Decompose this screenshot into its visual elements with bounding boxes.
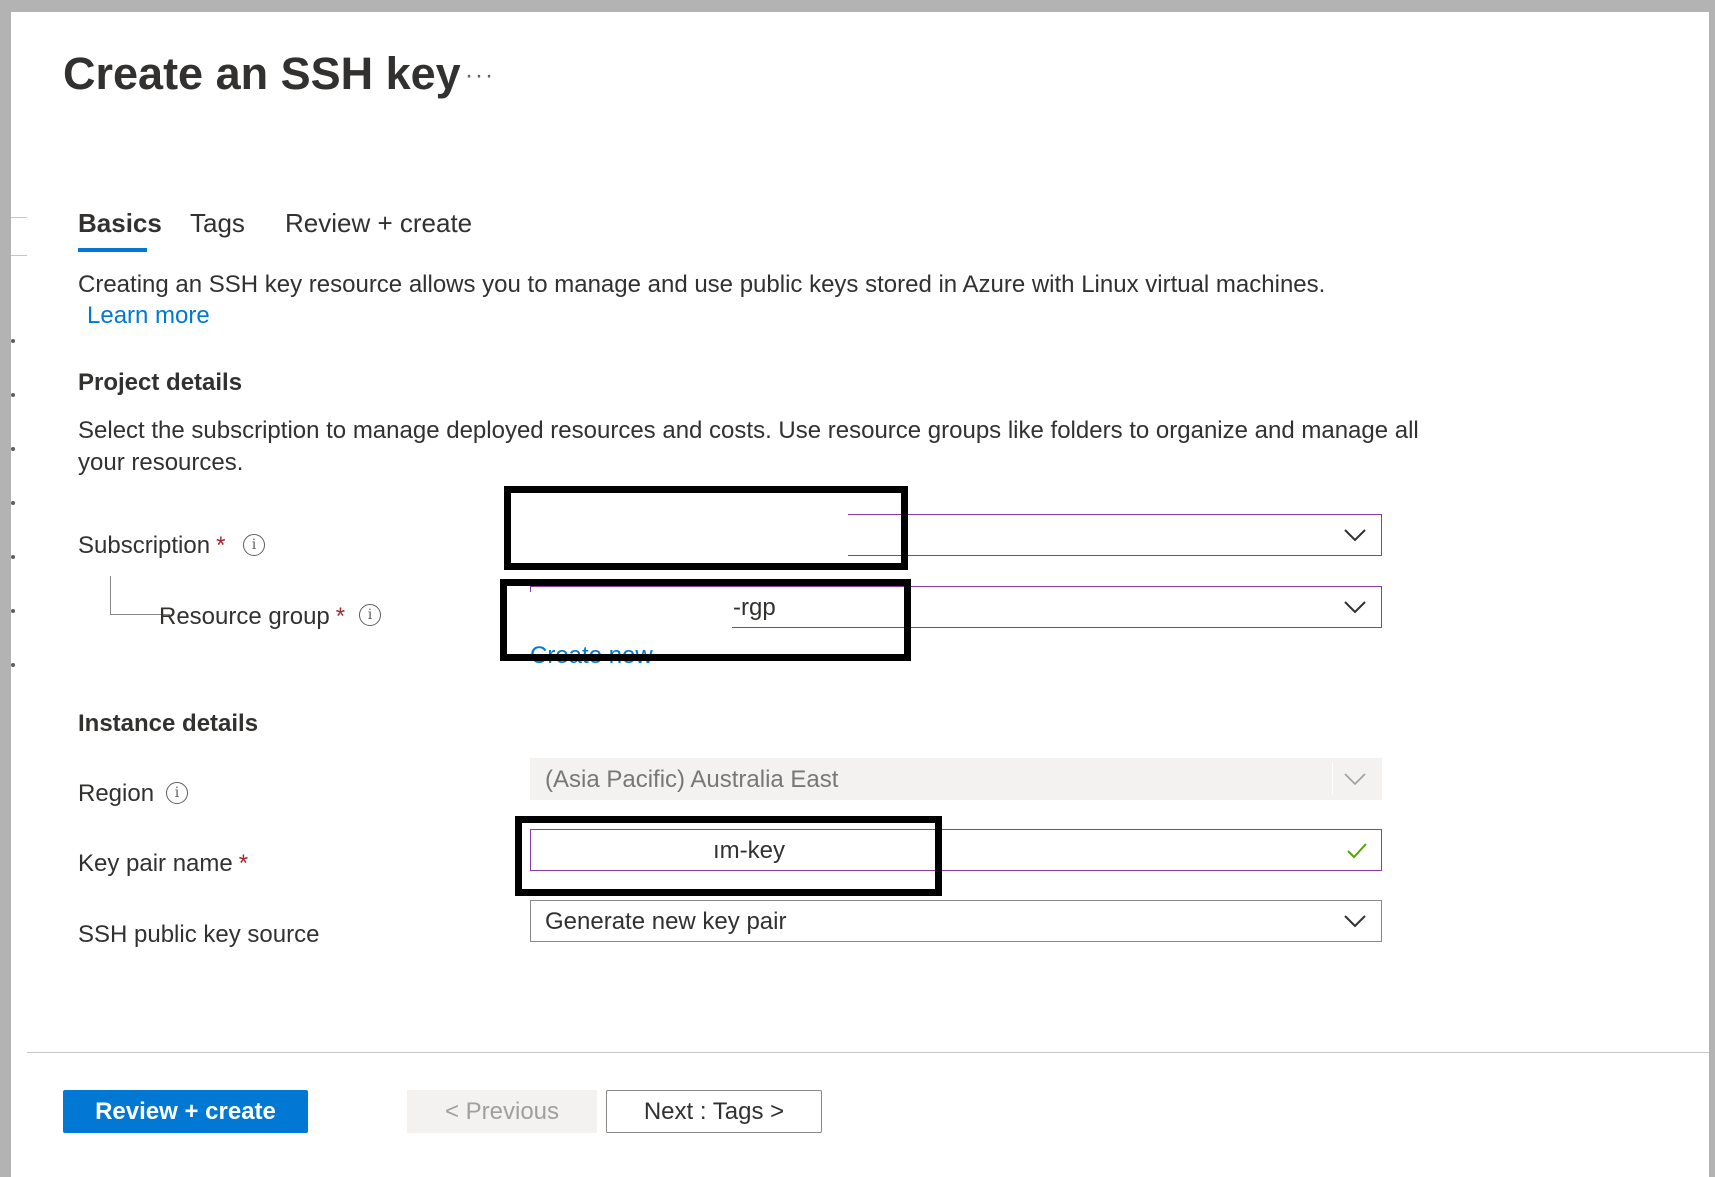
region-dropdown: (Asia Pacific) Australia East — [530, 758, 1382, 800]
resource-group-label: Resource group * — [159, 603, 345, 631]
tab-review-create[interactable]: Review + create — [285, 208, 472, 239]
subscription-label: Subscription * — [78, 532, 225, 560]
chevron-down-icon — [1344, 529, 1366, 542]
tree-connector — [110, 576, 111, 614]
required-asterisk: * — [238, 850, 249, 877]
ssh-source-dropdown[interactable]: Generate new key pair — [530, 900, 1382, 942]
tab-tags[interactable]: Tags — [190, 208, 245, 239]
chevron-divider — [1332, 763, 1333, 795]
project-details-heading: Project details — [78, 369, 243, 396]
rail-dot — [11, 339, 15, 343]
checkmark-icon — [1347, 843, 1367, 859]
subscription-label-text: Subscription — [78, 532, 211, 559]
instance-details-heading: Instance details — [78, 710, 259, 737]
tab-basics[interactable]: Basics — [78, 208, 162, 239]
rail-dot — [11, 555, 15, 559]
rail-dot — [11, 663, 15, 667]
rail-divider — [11, 255, 27, 256]
chevron-down-icon — [1344, 915, 1366, 928]
ssh-source-value: Generate new key pair — [545, 908, 787, 935]
ssh-source-label: SSH public key source — [78, 921, 320, 948]
rail-dot — [11, 393, 15, 397]
project-description-line1: Select the subscription to manage deploy… — [78, 417, 1419, 444]
left-rail — [11, 12, 28, 1177]
review-create-button[interactable]: Review + create — [63, 1090, 308, 1133]
resource-group-label-text: Resource group — [159, 603, 330, 630]
ellipsis-icon[interactable]: ··· — [465, 62, 495, 90]
rail-dot — [11, 447, 15, 451]
info-icon[interactable]: i — [359, 604, 381, 626]
region-value: (Asia Pacific) Australia East — [545, 766, 839, 793]
redaction-box — [504, 486, 908, 570]
learn-more-link[interactable]: Learn more — [87, 302, 210, 330]
rail-divider — [11, 217, 27, 218]
previous-button: < Previous — [407, 1090, 597, 1133]
chevron-down-icon — [1344, 773, 1366, 786]
required-asterisk: * — [335, 603, 346, 630]
create-ssh-key-blade: Create an SSH key ··· Basics Tags Review… — [27, 12, 1709, 1177]
page-title: Create an SSH key — [63, 48, 461, 99]
key-pair-name-label: Key pair name * — [78, 850, 248, 878]
required-asterisk: * — [216, 532, 226, 559]
active-tab-indicator — [78, 248, 147, 252]
project-description-line2: your resources. — [78, 449, 244, 476]
rail-dot — [11, 501, 15, 505]
chevron-down-icon — [1344, 601, 1366, 614]
region-label: Region — [78, 780, 155, 807]
intro-text: Creating an SSH key resource allows you … — [78, 271, 1326, 298]
info-icon[interactable]: i — [166, 782, 188, 804]
info-icon[interactable]: i — [243, 534, 265, 556]
footer-divider — [27, 1052, 1709, 1053]
redaction-box — [500, 579, 911, 661]
key-pair-name-label-text: Key pair name — [78, 850, 233, 877]
next-tags-button[interactable]: Next : Tags > — [606, 1090, 822, 1133]
redaction-box — [515, 816, 942, 896]
rail-dot — [11, 609, 15, 613]
